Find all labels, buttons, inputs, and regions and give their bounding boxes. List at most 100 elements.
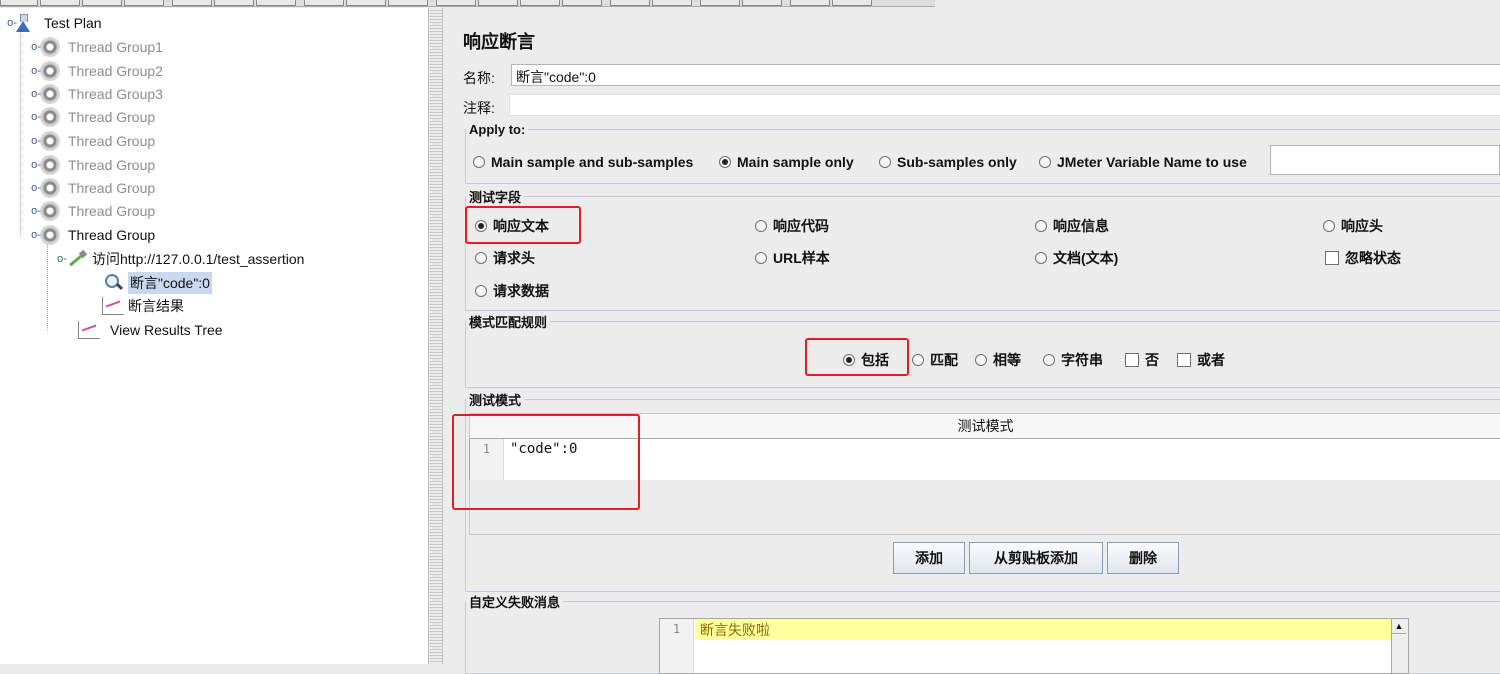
tree-node-thread-group[interactable]: o- Thread Group [31, 200, 155, 222]
equals-option[interactable]: 相等 [975, 350, 1021, 370]
tree-node-thread-group[interactable]: o- Thread Group3 [31, 83, 163, 105]
toolbar-button[interactable] [82, 0, 122, 6]
patterns-legend: 测试模式 [469, 393, 522, 408]
scroll-up-icon[interactable]: ▲ [1392, 619, 1406, 634]
radio-selected-icon[interactable] [719, 156, 731, 168]
radio-icon[interactable] [1323, 220, 1335, 232]
response-code-option[interactable]: 响应代码 [755, 216, 829, 236]
failure-message-editor[interactable]: 1 断言失败啦 [659, 618, 1393, 674]
toolbar-button[interactable] [436, 0, 476, 6]
apply-main-and-sub-option[interactable]: Main sample and sub-samples [473, 154, 693, 170]
toolbar-button[interactable] [700, 0, 740, 6]
toolbar-button[interactable] [610, 0, 650, 6]
tree-node-response-assertion[interactable]: 断言"code":0 [102, 272, 212, 294]
apply-sub-only-option[interactable]: Sub-samples only [879, 154, 1017, 170]
tree-node-label: Thread Group1 [68, 39, 163, 55]
checkbox-icon[interactable] [1325, 251, 1339, 265]
toolbar-button[interactable] [214, 0, 254, 6]
tree-node-label: 访问http://127.0.0.1/test_assertion [92, 251, 305, 267]
radio-icon[interactable] [1043, 354, 1055, 366]
graph-icon [102, 297, 124, 315]
name-label: 名称: [463, 70, 495, 86]
toolbar-button[interactable] [346, 0, 386, 6]
toolbar-button[interactable] [652, 0, 692, 6]
tree-node-view-results-tree[interactable]: View Results Tree [78, 319, 223, 341]
tree-node-thread-group[interactable]: o- Thread Group [31, 106, 156, 128]
toolbar-button[interactable] [304, 0, 344, 6]
matches-option[interactable]: 匹配 [912, 350, 958, 370]
request-headers-option[interactable]: 请求头 [475, 248, 535, 268]
radio-icon[interactable] [1039, 156, 1051, 168]
test-plan-tree[interactable]: o- Test Plan o- Thread Group1 o- Thread … [0, 8, 429, 664]
toolbar-button[interactable] [832, 0, 872, 6]
tree-node-label: Thread Group2 [68, 63, 163, 79]
url-sample-option[interactable]: URL样本 [755, 248, 830, 268]
collapse-handle-icon[interactable]: o- [30, 65, 42, 77]
tree-node-thread-group-active[interactable]: o- Thread Group [31, 224, 155, 246]
toolbar-button[interactable] [562, 0, 602, 6]
toolbar-button[interactable] [520, 0, 560, 6]
radio-icon[interactable] [475, 252, 487, 264]
tree-node-assertion-results[interactable]: 断言结果 [102, 295, 184, 317]
panel-splitter[interactable] [430, 8, 443, 664]
document-text-option[interactable]: 文档(文本) [1035, 248, 1118, 268]
collapse-handle-icon[interactable]: o- [30, 41, 42, 53]
toolbar-button[interactable] [742, 0, 782, 6]
radio-icon[interactable] [975, 354, 987, 366]
radio-icon[interactable] [912, 354, 924, 366]
request-data-option[interactable]: 请求数据 [475, 281, 549, 301]
toolbar-button[interactable] [40, 0, 80, 6]
name-field[interactable]: 断言"code":0 [511, 64, 1500, 86]
collapse-handle-icon[interactable]: o- [30, 205, 42, 217]
comment-field[interactable] [509, 94, 1500, 116]
ignore-status-checkbox[interactable]: 忽略状态 [1325, 248, 1401, 268]
toolbar-button[interactable] [388, 0, 428, 6]
tree-node-http-sampler[interactable]: o- 访问http://127.0.0.1/test_assertion [57, 248, 305, 270]
radio-icon[interactable] [755, 252, 767, 264]
tree-node-thread-group[interactable]: o- Thread Group2 [31, 60, 163, 82]
response-message-option[interactable]: 响应信息 [1035, 216, 1109, 236]
tree-node-test-plan[interactable]: o- Test Plan [7, 12, 102, 34]
add-button[interactable]: 添加 [893, 542, 965, 574]
checkbox-icon[interactable] [1177, 353, 1191, 367]
contains-option[interactable]: 包括 [843, 350, 889, 370]
radio-icon[interactable] [879, 156, 891, 168]
toolbar-button[interactable] [124, 0, 164, 6]
radio-icon[interactable] [1035, 220, 1047, 232]
toolbar-button[interactable] [0, 0, 38, 6]
or-checkbox[interactable]: 或者 [1177, 350, 1225, 370]
tree-node-thread-group[interactable]: o- Thread Group [31, 154, 155, 176]
toolbar-button[interactable] [478, 0, 518, 6]
delete-button[interactable]: 删除 [1107, 542, 1179, 574]
collapse-handle-icon[interactable]: o- [30, 88, 42, 100]
radio-icon[interactable] [475, 285, 487, 297]
toolbar-button[interactable] [256, 0, 296, 6]
tree-node-thread-group[interactable]: o- Thread Group1 [31, 36, 163, 58]
expand-handle-icon[interactable]: o- [30, 229, 42, 241]
collapse-handle-icon[interactable]: o- [30, 135, 42, 147]
tree-node-thread-group[interactable]: o- Thread Group [31, 177, 155, 199]
tree-node-label: Thread Group3 [68, 86, 163, 102]
gear-icon [40, 178, 60, 198]
collapse-handle-icon[interactable]: o- [30, 111, 42, 123]
not-checkbox[interactable]: 否 [1125, 350, 1159, 370]
checkbox-icon[interactable] [1125, 353, 1139, 367]
add-from-clipboard-button[interactable]: 从剪贴板添加 [969, 542, 1103, 574]
substring-option[interactable]: 字符串 [1043, 350, 1103, 370]
tree-node-thread-group[interactable]: o- Thread Group [31, 130, 155, 152]
jmeter-variable-input[interactable] [1270, 145, 1500, 175]
collapse-handle-icon[interactable]: o- [30, 159, 42, 171]
toolbar-button[interactable] [790, 0, 830, 6]
radio-icon[interactable] [755, 220, 767, 232]
radio-icon[interactable] [473, 156, 485, 168]
apply-jmeter-variable-option[interactable]: JMeter Variable Name to use [1039, 154, 1247, 170]
tree-node-label: Thread Group [68, 109, 156, 125]
failure-message-text[interactable]: 断言失败啦 [700, 620, 770, 640]
failure-message-scrollbar[interactable]: ▲ [1391, 618, 1409, 674]
radio-selected-icon[interactable] [843, 354, 855, 366]
radio-icon[interactable] [1035, 252, 1047, 264]
toolbar-button[interactable] [172, 0, 212, 6]
response-headers-option[interactable]: 响应头 [1323, 216, 1383, 236]
apply-main-only-option[interactable]: Main sample only [719, 154, 854, 170]
collapse-handle-icon[interactable]: o- [30, 182, 42, 194]
